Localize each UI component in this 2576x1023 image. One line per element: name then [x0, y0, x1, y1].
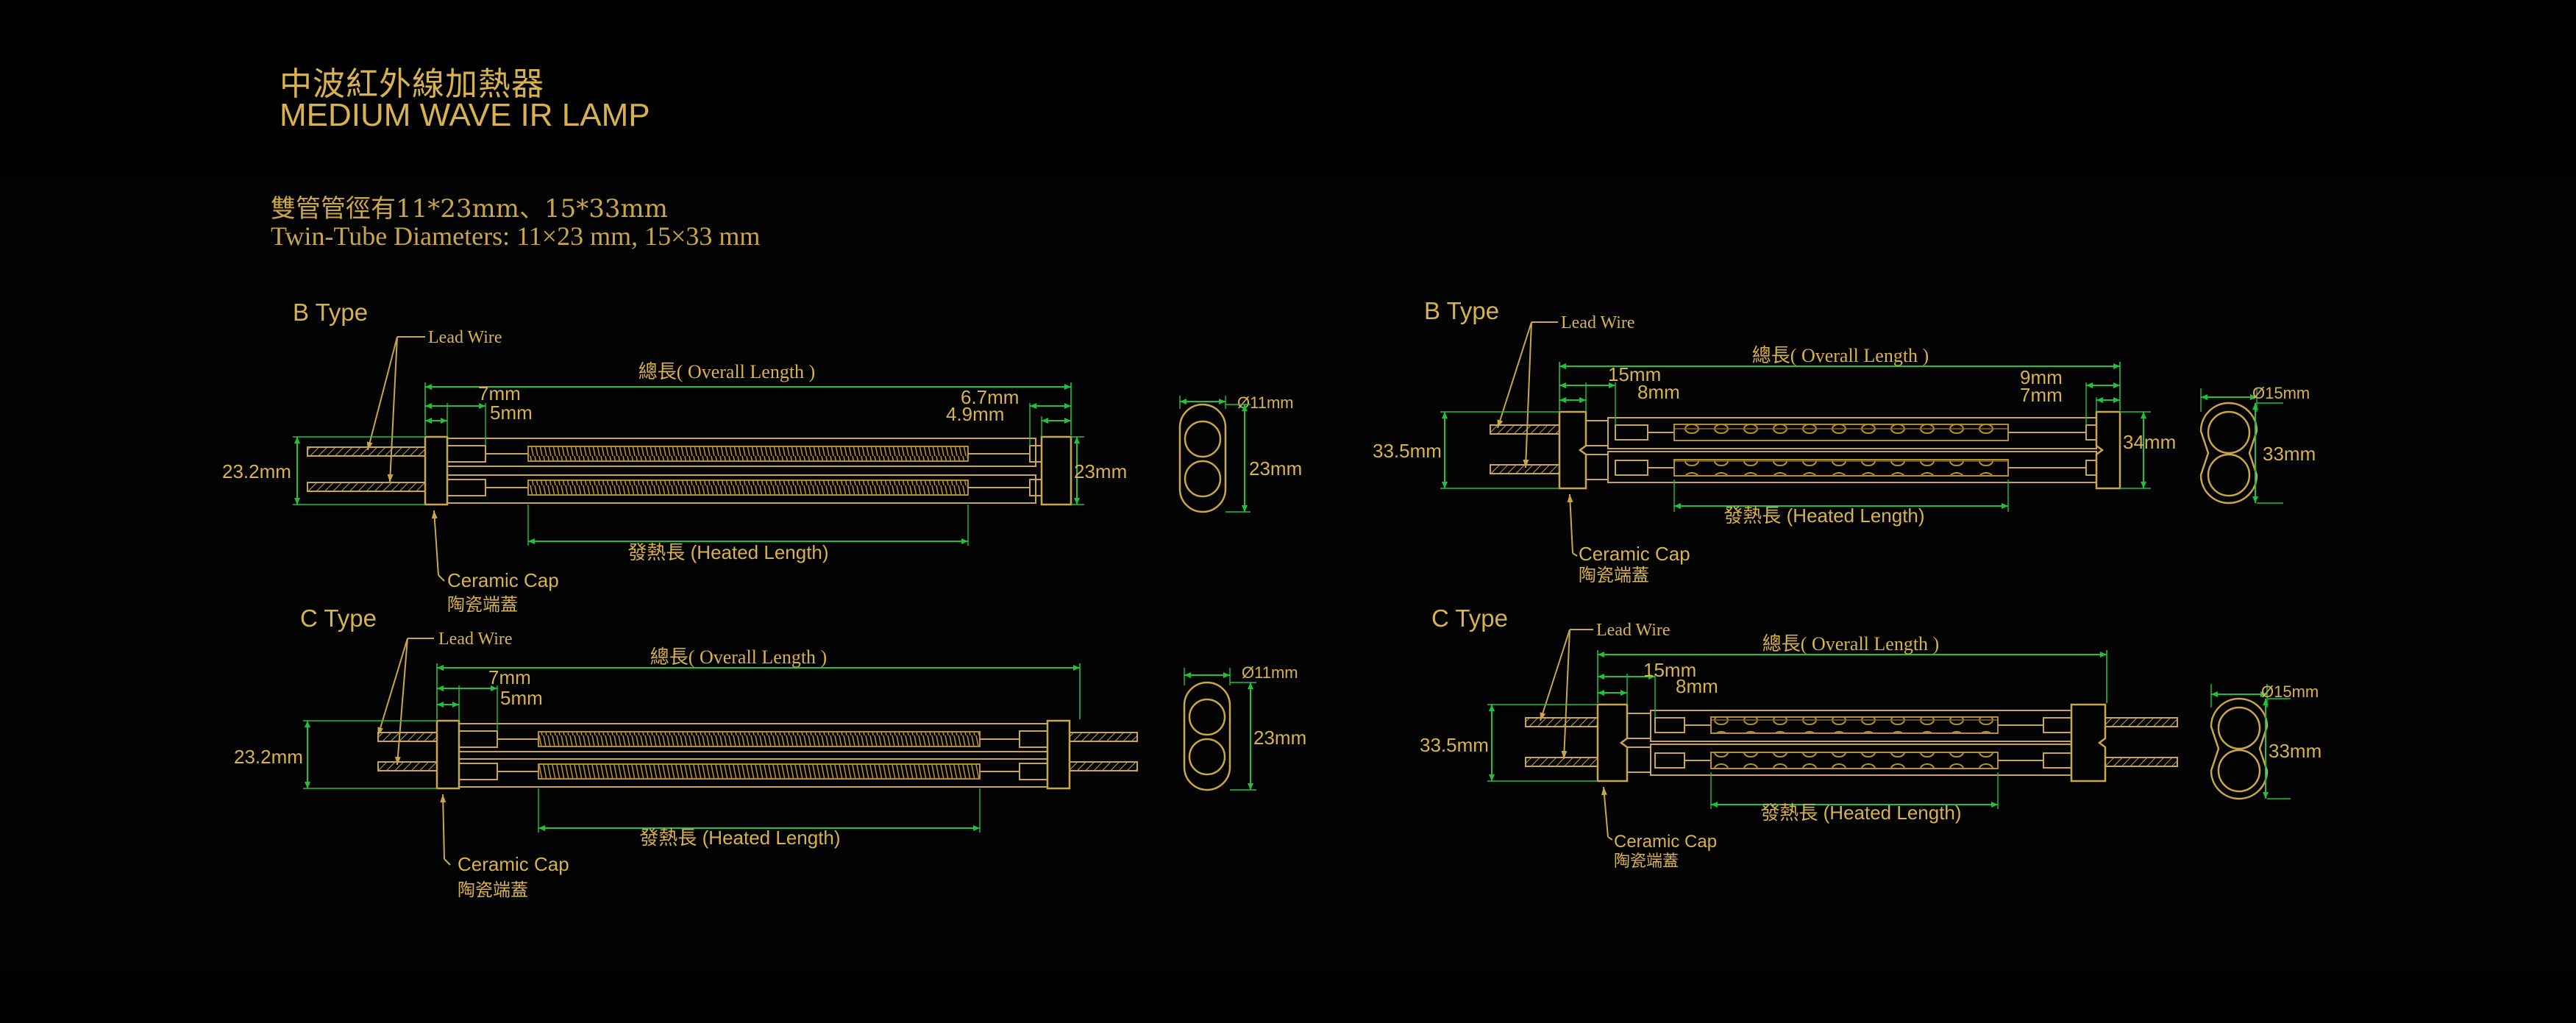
type-label: B Type: [1424, 297, 1499, 324]
right-dimension: 4.9mm: [946, 403, 1004, 425]
heating-coil: [538, 731, 981, 747]
heated-length-label: 發熱長 (Heated Length): [1760, 802, 1961, 824]
type-label: B Type: [293, 299, 368, 326]
lead-wire-label: Lead Wire: [1561, 313, 1635, 332]
diagram-c-type-small: C Type Lead Wire 總長(Overall Length) 7m…: [234, 605, 1306, 900]
height-dimension: 33.5mm: [1373, 440, 1442, 462]
ceramic-cap: [1040, 435, 1072, 506]
overall-length-label: 總長( Overall Length ): [638, 361, 815, 382]
heating-coil: [527, 446, 969, 462]
heated-length-label: 發熱長 (Heated Length): [627, 541, 828, 563]
left-dimension: 5mm: [500, 687, 543, 709]
lead-wire: [2104, 717, 2178, 727]
lead-wire: [307, 446, 426, 457]
lead-wire: [1525, 757, 1598, 767]
lead-wire: [307, 482, 426, 492]
type-label: C Type: [300, 605, 377, 632]
heating-element: [1710, 716, 1999, 734]
diagram-b-type-large: B Type Lead Wire 總長(Overall Length) 15…: [1373, 297, 2316, 585]
ceramic-cap: [424, 435, 449, 506]
heating-element: [1673, 424, 2009, 441]
ceramic-cap: [435, 719, 460, 790]
ceramic-cap-label-cn: 陶瓷端蓋: [1614, 852, 1679, 870]
left-dimension: 7mm: [488, 666, 531, 688]
overall-length-label: 總長( Overall Length ): [650, 646, 827, 668]
lead-wire: [1069, 761, 1138, 771]
cross-section: Ø15mm 33mm: [2210, 682, 2321, 800]
heating-element: [1710, 752, 1999, 769]
section-height: 23mm: [1249, 457, 1302, 480]
diagram-b-type-small: B Type Lead Wire 總長(Overall Length) 7m…: [222, 299, 1302, 615]
cross-section: Ø11mm 23mm: [1183, 663, 1306, 791]
lead-wire: [2104, 757, 2178, 767]
ceramic-cap-label: Ceramic Cap: [458, 853, 569, 875]
end-seal: [446, 479, 486, 496]
end-seal: [446, 445, 486, 463]
overall-length-label: 總長( Overall Length ): [1752, 345, 1929, 366]
lead-wire: [1069, 732, 1138, 742]
heated-length-label: 發熱長 (Heated Length): [1723, 505, 1924, 527]
ceramic-cap-label: Ceramic Cap: [1579, 543, 1690, 565]
left-dimension: 8mm: [1676, 675, 1718, 697]
left-dimension: 5mm: [490, 402, 533, 424]
ceramic-cap-label: Ceramic Cap: [1614, 832, 1717, 852]
section-height: 33mm: [2263, 443, 2316, 465]
end-height-dimension: 34mm: [2123, 431, 2176, 453]
cross-section: Ø11mm 23mm: [1178, 393, 1302, 513]
lead-wire-label: Lead Wire: [428, 328, 502, 347]
ceramic-cap: [2070, 703, 2107, 783]
height-dimension: 23.2mm: [234, 746, 303, 768]
height-dimension: 33.5mm: [1420, 734, 1489, 756]
drawing-sheet: 中波紅外線加熱器 MEDIUM WAVE IR LAMP 雙管管徑有11*23m…: [0, 0, 2576, 1023]
lead-wire-label: Lead Wire: [438, 630, 513, 649]
end-height-dimension: 23mm: [1074, 460, 1127, 482]
section-diameter: Ø15mm: [2252, 384, 2310, 402]
lead-wire: [377, 761, 438, 771]
cross-section: Ø15mm 33mm: [2199, 384, 2316, 505]
lead-wire: [377, 732, 438, 742]
lead-wire: [1490, 464, 1560, 474]
ceramic-cap-label-cn: 陶瓷端蓋: [1579, 566, 1649, 585]
right-dimension: 7mm: [2020, 384, 2063, 406]
section-height: 33mm: [2269, 740, 2321, 762]
ceramic-cap-label: Ceramic Cap: [447, 569, 559, 591]
left-dimension: 8mm: [1637, 381, 1680, 403]
diagram-c-type-large: C Type Lead Wire 總長(Overall Length) 15…: [1420, 605, 2321, 870]
lead-wire: [1525, 717, 1598, 727]
lead-wire-label: Lead Wire: [1596, 621, 1671, 640]
technical-drawing: B Type Lead Wire 總長(Overall Length) 7m…: [222, 297, 2321, 900]
heating-coil: [538, 763, 981, 780]
section-diameter: Ø11mm: [1242, 663, 1298, 682]
ceramic-cap: [1596, 703, 1629, 783]
heating-coil: [527, 480, 969, 496]
ceramic-cap-label-cn: 陶瓷端蓋: [458, 880, 528, 900]
section-height: 23mm: [1253, 727, 1306, 749]
type-label: C Type: [1431, 605, 1508, 632]
heated-length-label: 發熱長 (Heated Length): [639, 827, 840, 849]
ceramic-cap: [1558, 410, 1587, 490]
ceramic-cap: [1046, 719, 1071, 790]
ceramic-cap: [2095, 410, 2121, 490]
section-diameter: Ø11mm: [1237, 393, 1294, 412]
overall-length-label: 總長( Overall Length ): [1762, 633, 1939, 655]
section-diameter: Ø15mm: [2261, 682, 2319, 701]
height-dimension: 23.2mm: [222, 460, 291, 482]
heating-element: [1673, 459, 2009, 477]
ceramic-cap-label-cn: 陶瓷端蓋: [447, 595, 518, 615]
lead-wire: [1490, 424, 1560, 435]
